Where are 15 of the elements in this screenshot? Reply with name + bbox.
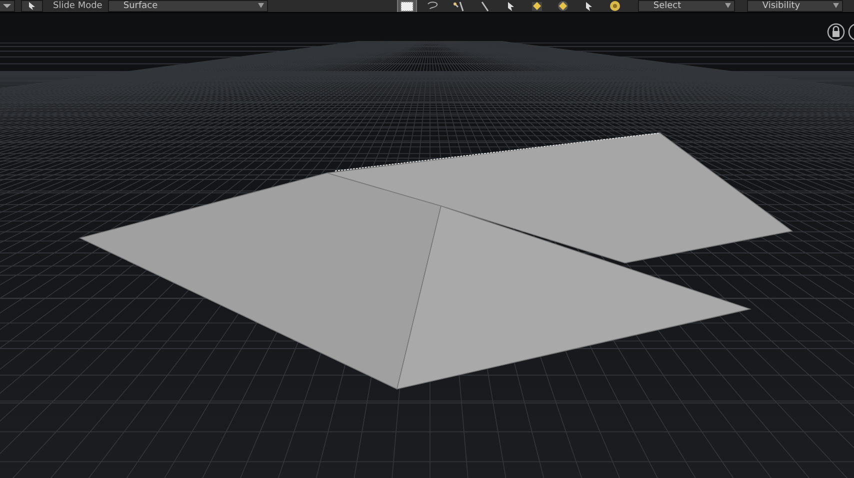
lock-icon[interactable]: [827, 23, 845, 41]
slide-mode-label: Slide Mode: [53, 1, 102, 11]
caret-icon: [833, 3, 840, 8]
tool-button[interactable]: [398, 0, 416, 12]
select-dropdown[interactable]: Select: [638, 0, 736, 12]
box-icon: [399, 0, 416, 12]
caret-icon: [725, 3, 732, 8]
menu-button[interactable]: [0, 0, 15, 12]
view-icon[interactable]: [848, 23, 854, 41]
visibility-dropdown[interactable]: Visibility: [747, 0, 844, 12]
slide-mode-dropdown[interactable]: Surface: [108, 0, 268, 12]
pointer-icon: [27, 1, 37, 11]
caret-icon: [258, 3, 264, 8]
caret-icon: [3, 3, 11, 9]
pointer-button[interactable]: [21, 0, 43, 12]
